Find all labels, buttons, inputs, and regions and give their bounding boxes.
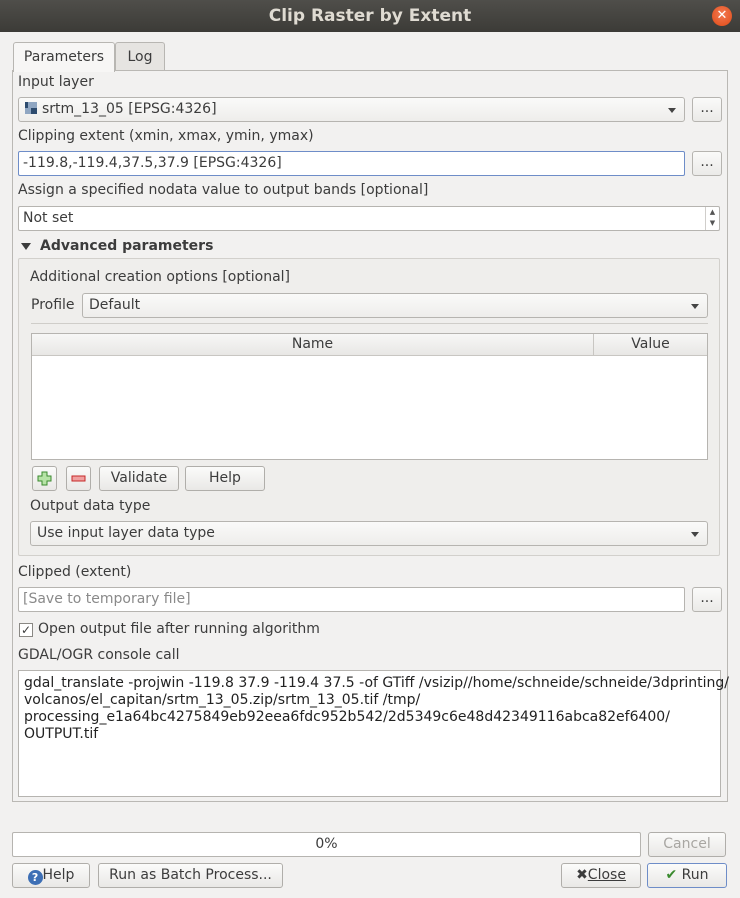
raster-layer-icon [25,102,37,114]
profile-combo[interactable]: Default [82,293,708,318]
run-button-label: Run [681,867,709,883]
profile-label: Profile [31,297,75,313]
collapse-triangle-icon[interactable] [21,243,31,250]
input-layer-combo[interactable]: srtm_13_05 [EPSG:4326] [18,97,685,122]
console-line: OUTPUT.tif [24,726,99,742]
clipped-label: Clipped (extent) [18,564,132,580]
tab-log[interactable]: Log [115,42,165,71]
nodata-spinbox[interactable]: Not set ▲ ▼ [18,206,720,231]
nodata-value: Not set [23,210,74,226]
add-row-button[interactable] [32,466,57,491]
input-layer-browse-button[interactable]: ... [692,97,722,122]
cancel-button[interactable]: Cancel [648,832,726,857]
clipping-extent-label: Clipping extent (xmin, xmax, ymin, ymax) [18,128,314,144]
output-type-value: Use input layer data type [37,525,215,541]
clipped-output-browse-button[interactable]: ... [692,587,722,612]
console-line: processing_e1a64bc4275849eb92eea6fdc952b… [24,709,670,725]
table-header-value[interactable]: Value [594,334,707,356]
validate-button[interactable]: Validate [99,466,179,491]
window-titlebar: Clip Raster by Extent ✕ [0,0,740,32]
creation-options-label: Additional creation options [optional] [30,269,291,285]
divider [31,323,708,324]
window-close-button[interactable]: ✕ [712,6,732,26]
nodata-label: Assign a specified nodata value to outpu… [18,182,429,198]
progress-bar: 0% [12,832,641,857]
console-line: volcanos/el_capitan/srtm_13_05.zip/srtm_… [24,692,421,708]
clipping-extent-browse-button[interactable]: ... [692,151,722,176]
open-output-checkbox[interactable]: ✓ [19,623,33,637]
batch-process-button[interactable]: Run as Batch Process... [98,863,283,888]
chevron-down-icon [691,532,699,537]
console-label: GDAL/OGR console call [18,647,180,663]
open-output-label[interactable]: Open output file after running algorithm [38,621,320,637]
table-header-name[interactable]: Name [32,334,594,356]
chevron-down-icon [668,108,676,113]
spin-arrows-icon[interactable]: ▲ ▼ [705,207,719,230]
help-button-label: Help [42,867,75,883]
profile-value: Default [89,297,141,313]
clipped-output-input[interactable]: [Save to temporary file] [18,587,685,612]
help-button[interactable]: ? Help [12,863,90,888]
console-call-textbox[interactable]: gdal_translate -projwin -119.8 37.9 -119… [18,670,729,797]
close-button[interactable]: ✖Close [561,863,641,888]
minus-icon [71,475,86,482]
console-line: gdal_translate -projwin -119.8 37.9 -119… [24,675,729,691]
help-icon: ? [27,870,43,885]
close-button-label: Close [587,867,626,883]
advanced-parameters-header[interactable]: Advanced parameters [40,238,213,254]
clipping-extent-input[interactable]: -119.8,-119.4,37.5,37.9 [EPSG:4326] [18,151,685,176]
chevron-down-icon [691,304,699,309]
check-icon: ✔ [665,867,678,883]
run-button[interactable]: ✔ Run [647,863,727,888]
close-icon: ✖ [576,867,588,883]
creation-options-table[interactable]: Name Value [31,333,708,460]
window-title: Clip Raster by Extent [268,6,472,26]
output-type-label: Output data type [30,498,151,514]
plus-icon [37,471,52,486]
help-table-button[interactable]: Help [185,466,265,491]
input-layer-label: Input layer [18,74,94,90]
remove-row-button[interactable] [66,466,91,491]
output-type-combo[interactable]: Use input layer data type [30,521,708,546]
input-layer-value: srtm_13_05 [EPSG:4326] [42,101,217,117]
tab-parameters[interactable]: Parameters [13,42,115,72]
